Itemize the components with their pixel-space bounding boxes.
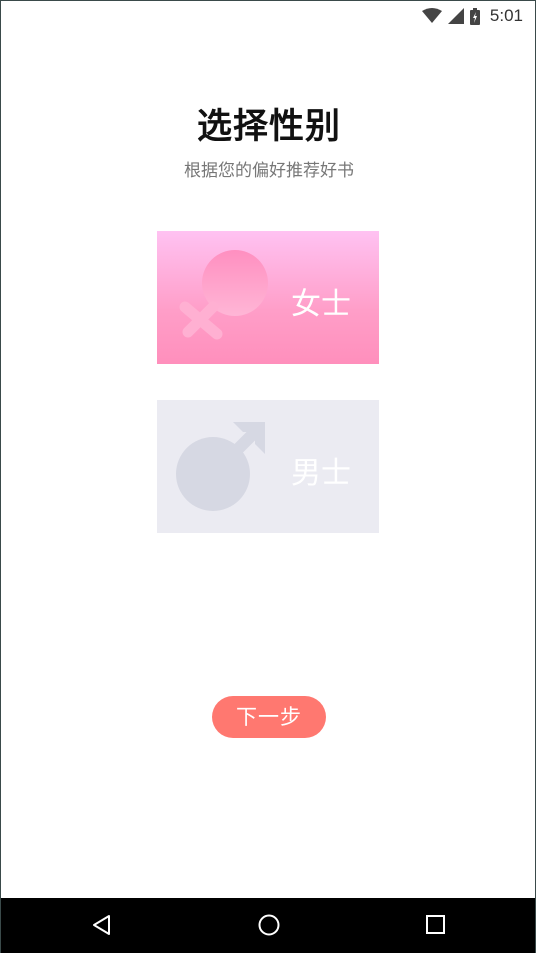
status-icons: 5:01 (421, 6, 523, 26)
wifi-icon (421, 8, 442, 23)
status-time: 5:01 (489, 6, 523, 25)
battery-icon (469, 7, 480, 25)
gender-selection-screen: 5:01 选择性别 根据您的偏好推荐好书 女士 男士 下一步 (0, 0, 536, 953)
recents-icon[interactable] (425, 914, 446, 935)
status-bar: 5:01 (1, 1, 535, 31)
next-button[interactable]: 下一步 (212, 696, 326, 738)
gender-option-male[interactable]: 男士 (157, 400, 379, 533)
gender-label-female: 女士 (291, 287, 351, 322)
back-icon[interactable] (91, 914, 113, 936)
signal-icon (447, 8, 464, 24)
gender-label-male: 男士 (291, 456, 351, 491)
home-icon[interactable] (257, 913, 281, 937)
gender-option-female[interactable]: 女士 (157, 231, 379, 364)
system-nav-bar (1, 898, 535, 953)
page-subtitle: 根据您的偏好推荐好书 (184, 161, 354, 181)
page-title: 选择性别 (196, 107, 341, 147)
